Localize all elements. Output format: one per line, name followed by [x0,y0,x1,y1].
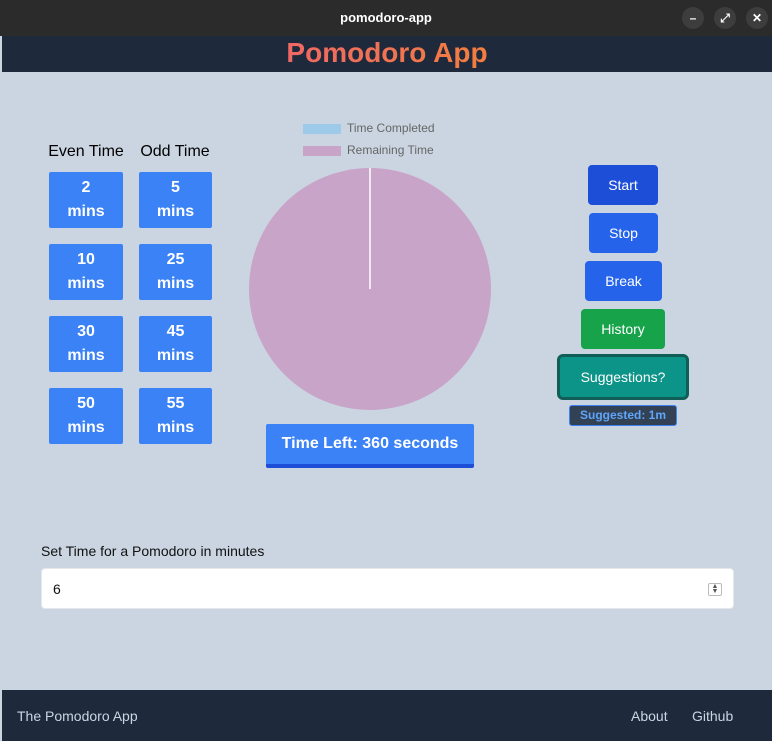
pomodoro-minutes-value: 6 [53,581,61,597]
preset-unit: mins [67,275,105,292]
preset-value: 5 [171,179,180,196]
even-time-heading: Even Time [48,143,124,160]
odd-time-heading: Odd Time [140,143,210,160]
footer-link-about[interactable]: About [631,708,668,724]
pomodoro-time-label: Set Time for a Pomodoro in minutes [41,543,265,559]
footer-link-github[interactable]: Github [692,708,733,724]
preset-unit: mins [67,203,105,220]
minimize-icon[interactable]: – [682,7,704,29]
preset-5-mins-button[interactable]: 5 mins [139,172,212,228]
preset-value: 2 [81,179,91,196]
preset-unit: mins [156,347,195,364]
close-icon[interactable]: ✕ [746,7,768,29]
window-titlebar: pomodoro-app – ⤢ ✕ [0,0,772,36]
legend-label: Time Completed [347,121,435,135]
app-title: Pomodoro App [2,37,772,69]
legend-swatch [303,145,341,156]
preset-value: 25 [166,251,185,268]
stop-button[interactable]: Stop [589,213,658,253]
pie-chart [249,168,491,410]
footer-brand: The Pomodoro App [17,708,138,724]
window-title: pomodoro-app [340,10,432,25]
preset-unit: mins [67,419,105,436]
number-spinner-icon[interactable]: ▲ ▼ [708,583,722,596]
time-left-display: Time Left: 360 seconds [266,424,474,468]
preset-value: 10 [77,251,95,268]
pomodoro-minutes-input[interactable]: 6 ▲ ▼ [41,568,734,609]
history-button[interactable]: History [581,309,665,349]
preset-55-mins-button[interactable]: 55 mins [139,388,212,444]
legend-swatch [303,123,341,134]
preset-unit: mins [156,419,195,436]
preset-2-mins-button[interactable]: 2 mins [49,172,123,228]
break-button[interactable]: Break [585,261,662,301]
legend-item-completed[interactable]: Time Completed [303,121,435,135]
preset-value: 30 [77,323,95,340]
preset-unit: mins [156,203,195,220]
start-button[interactable]: Start [588,165,658,205]
preset-30-mins-button[interactable]: 30 mins [49,316,123,372]
preset-10-mins-button[interactable]: 10 mins [49,244,123,300]
maximize-icon[interactable]: ⤢ [714,7,736,29]
preset-25-mins-button[interactable]: 25 mins [139,244,212,300]
footer: The Pomodoro App About Github [2,690,772,741]
preset-45-mins-button[interactable]: 45 mins [139,316,212,372]
preset-value: 55 [166,395,185,412]
preset-value: 45 [166,323,185,340]
preset-value: 50 [77,395,95,412]
legend-item-remaining[interactable]: Remaining Time [303,143,434,157]
preset-unit: mins [67,347,105,364]
suggestions-button[interactable]: Suggestions? [557,354,689,400]
app-header: Pomodoro App [2,36,772,72]
preset-50-mins-button[interactable]: 50 mins [49,388,123,444]
legend-label: Remaining Time [347,143,434,157]
suggested-badge: Suggested: 1m [569,405,677,426]
preset-unit: mins [156,275,195,292]
